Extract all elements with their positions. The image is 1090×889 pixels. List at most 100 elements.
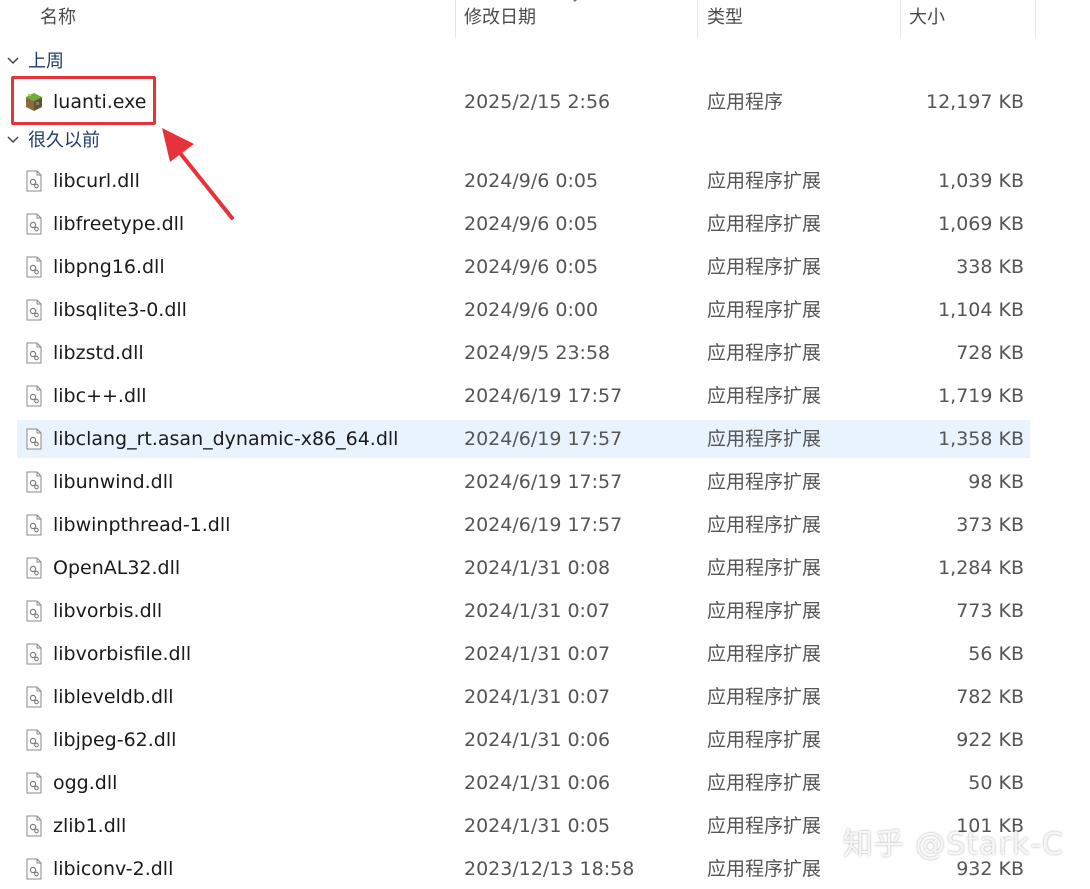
- file-name: libzstd.dll: [53, 342, 144, 364]
- file-type: 应用程序扩展: [707, 213, 822, 235]
- file-type: 应用程序扩展: [707, 471, 822, 493]
- column-divider[interactable]: [455, 0, 456, 38]
- file-size: 1,039 KB: [938, 170, 1024, 192]
- file-type: 应用程序扩展: [707, 385, 822, 407]
- dll-file-icon: [26, 772, 42, 794]
- file-date: 2024/9/6 0:05: [464, 170, 599, 192]
- column-divider[interactable]: [697, 0, 698, 38]
- column-divider[interactable]: [1035, 0, 1036, 38]
- annotation-arrow-icon: [162, 128, 234, 220]
- file-row[interactable]: libleveldb.dll 2024/1/31 0:07 应用程序扩展 782 KB: [17, 678, 1030, 716]
- file-size: 56 KB: [968, 643, 1024, 665]
- file-row[interactable]: libpng16.dll 2024/9/6 0:05 应用程序扩展 338 KB: [17, 248, 1030, 286]
- dll-file-icon: [26, 299, 42, 321]
- file-type: 应用程序扩展: [707, 557, 822, 579]
- file-date: 2024/1/31 0:05: [464, 815, 611, 837]
- file-name: libunwind.dll: [53, 471, 174, 493]
- file-type: 应用程序扩展: [707, 428, 822, 450]
- file-type: 应用程序扩展: [707, 299, 822, 321]
- file-name: libiconv-2.dll: [53, 858, 174, 880]
- group-header-last-week[interactable]: 上周: [0, 47, 300, 77]
- file-type: 应用程序扩展: [707, 686, 822, 708]
- file-name: libsqlite3-0.dll: [53, 299, 187, 321]
- file-name: libvorbisfile.dll: [53, 643, 192, 665]
- file-size: 922 KB: [956, 729, 1024, 751]
- file-row[interactable]: libc++.dll 2024/6/19 17:57 应用程序扩展 1,719 KB: [17, 377, 1030, 415]
- file-type: 应用程序扩展: [707, 342, 822, 364]
- column-header-name[interactable]: 名称: [40, 0, 76, 38]
- dll-file-icon: [26, 729, 42, 751]
- dll-file-icon: [26, 256, 42, 278]
- file-date: 2024/1/31 0:07: [464, 643, 611, 665]
- column-divider[interactable]: [900, 0, 901, 38]
- file-date: 2024/9/6 0:05: [464, 213, 599, 235]
- file-type: 应用程序扩展: [707, 772, 822, 794]
- dll-file-icon: [26, 600, 42, 622]
- file-name: libpng16.dll: [53, 256, 165, 278]
- file-name: libjpeg-62.dll: [53, 729, 177, 751]
- dll-file-icon: [26, 213, 42, 235]
- file-size: 50 KB: [968, 772, 1024, 794]
- file-type: 应用程序扩展: [707, 170, 822, 192]
- file-name: libcurl.dll: [53, 170, 140, 192]
- column-header-date[interactable]: 修改日期: [464, 0, 536, 38]
- file-type: 应用程序: [707, 91, 784, 113]
- file-date: 2023/12/13 18:58: [464, 858, 635, 880]
- file-date: 2024/1/31 0:07: [464, 686, 611, 708]
- dll-file-icon: [26, 170, 42, 192]
- file-date: 2024/9/6 0:00: [464, 299, 599, 321]
- file-size: 1,719 KB: [938, 385, 1024, 407]
- file-size: 1,104 KB: [938, 299, 1024, 321]
- file-row[interactable]: OpenAL32.dll 2024/1/31 0:08 应用程序扩展 1,284 KB: [17, 549, 1030, 587]
- file-name: libleveldb.dll: [53, 686, 174, 708]
- file-size: 12,197 KB: [925, 91, 1024, 113]
- file-size: 728 KB: [956, 342, 1024, 364]
- file-date: 2024/1/31 0:06: [464, 729, 611, 751]
- file-size: 338 KB: [956, 256, 1024, 278]
- file-name: libvorbis.dll: [53, 600, 163, 622]
- file-type: 应用程序扩展: [707, 729, 822, 751]
- sort-ascending-icon: [572, 0, 578, 3]
- chevron-down-icon: [7, 57, 19, 65]
- file-row[interactable]: ogg.dll 2024/1/31 0:06 应用程序扩展 50 KB: [17, 764, 1030, 802]
- file-row[interactable]: libunwind.dll 2024/6/19 17:57 应用程序扩展 98 KB: [17, 463, 1030, 501]
- dll-file-icon: [26, 385, 42, 407]
- annotation-highlight-box: [11, 76, 156, 125]
- dll-file-icon: [26, 643, 42, 665]
- column-header-bar: 名称 修改日期 类型 大小: [0, 0, 1090, 38]
- file-row[interactable]: luanti.exe 2025/2/15 2:56 应用程序 12,197 KB: [17, 83, 1030, 121]
- dll-file-icon: [26, 815, 42, 837]
- file-size: 98 KB: [968, 471, 1024, 493]
- dll-file-icon: [26, 428, 42, 450]
- dll-file-icon: [26, 471, 42, 493]
- file-type: 应用程序扩展: [707, 600, 822, 622]
- file-type: 应用程序扩展: [707, 643, 822, 665]
- file-date: 2025/2/15 2:56: [464, 91, 611, 113]
- file-name: OpenAL32.dll: [53, 557, 181, 579]
- file-row[interactable]: libjpeg-62.dll 2024/1/31 0:06 应用程序扩展 922 KB: [17, 721, 1030, 759]
- file-size: 782 KB: [956, 686, 1024, 708]
- dll-file-icon: [26, 557, 42, 579]
- column-header-size[interactable]: 大小: [909, 0, 945, 38]
- file-row[interactable]: libwinpthread-1.dll 2024/6/19 17:57 应用程序扩展…: [17, 506, 1030, 544]
- dll-file-icon: [26, 514, 42, 536]
- file-type: 应用程序扩展: [707, 815, 822, 837]
- file-type: 应用程序扩展: [707, 858, 822, 880]
- file-date: 2024/6/19 17:57: [464, 428, 623, 450]
- dll-file-icon: [26, 686, 42, 708]
- file-date: 2024/9/6 0:05: [464, 256, 599, 278]
- file-date: 2024/1/31 0:07: [464, 600, 611, 622]
- file-row[interactable]: libzstd.dll 2024/9/5 23:58 应用程序扩展 728 KB: [17, 334, 1030, 372]
- file-name: ogg.dll: [53, 772, 118, 794]
- file-row[interactable]: libvorbisfile.dll 2024/1/31 0:07 应用程序扩展 56 …: [17, 635, 1030, 673]
- dll-file-icon: [26, 858, 42, 880]
- file-date: 2024/9/5 23:58: [464, 342, 611, 364]
- file-date: 2024/6/19 17:57: [464, 385, 623, 407]
- column-header-type[interactable]: 类型: [707, 0, 743, 38]
- file-date: 2024/1/31 0:06: [464, 772, 611, 794]
- file-row[interactable]: libvorbis.dll 2024/1/31 0:07 应用程序扩展 773 KB: [17, 592, 1030, 630]
- file-row[interactable]: libclang_rt.asan_dynamic-x86_64.dll 2024/…: [17, 420, 1030, 458]
- file-row[interactable]: libsqlite3-0.dll 2024/9/6 0:00 应用程序扩展 1,104…: [17, 291, 1030, 329]
- file-name: libwinpthread-1.dll: [53, 514, 231, 536]
- file-name: zlib1.dll: [53, 815, 127, 837]
